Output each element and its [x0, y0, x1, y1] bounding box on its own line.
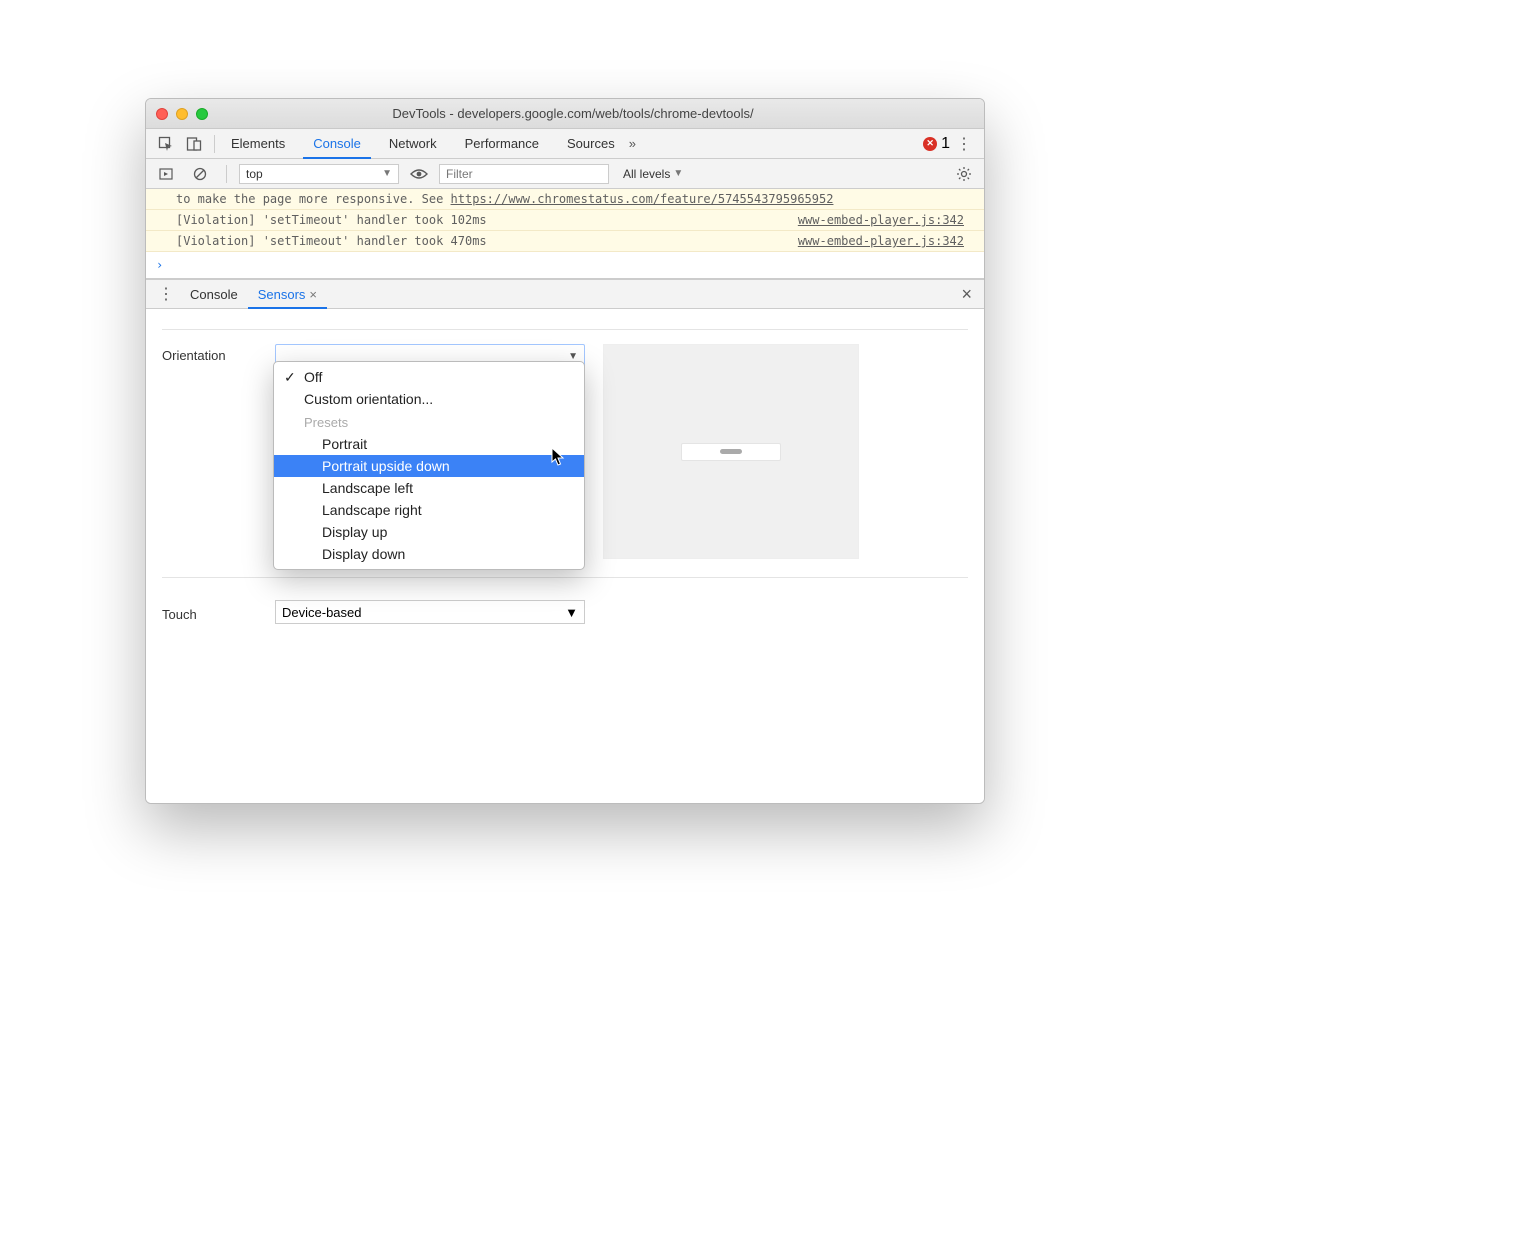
main-tabs: Elements Console Network Performance Sou… [221, 129, 625, 159]
inspect-element-icon[interactable] [152, 130, 180, 158]
console-link[interactable]: https://www.chromestatus.com/feature/574… [451, 192, 834, 206]
dropdown-option-portrait[interactable]: Portrait [274, 433, 584, 455]
close-window-button[interactable] [156, 108, 168, 120]
error-count: 1 [941, 135, 950, 153]
main-tab-bar: Elements Console Network Performance Sou… [146, 129, 984, 159]
drawer-tab-bar: ⋮ Console Sensors × × [146, 279, 984, 309]
tab-elements[interactable]: Elements [221, 129, 295, 159]
dropdown-option-landscape-left[interactable]: Landscape left [274, 477, 584, 499]
filter-input[interactable]: Filter [439, 164, 609, 184]
error-icon: ✕ [923, 137, 937, 151]
console-message: [Violation] 'setTimeout' handler took 10… [146, 210, 984, 231]
cursor-icon [551, 447, 565, 467]
console-message: to make the page more responsive. See ht… [146, 189, 984, 210]
console-prompt[interactable]: › [146, 252, 984, 278]
tab-console[interactable]: Console [303, 129, 371, 159]
separator [162, 329, 968, 330]
separator [214, 135, 215, 153]
console-settings-icon[interactable] [950, 160, 978, 188]
console-output: to make the page more responsive. See ht… [146, 189, 984, 279]
orientation-dropdown: Off Custom orientation... Presets Portra… [273, 361, 585, 570]
dropdown-option-off[interactable]: Off [274, 366, 584, 388]
settings-menu-button[interactable]: ⋮ [950, 134, 978, 154]
titlebar: DevTools - developers.google.com/web/too… [146, 99, 984, 129]
log-level-selector[interactable]: All levels ▼ [623, 167, 683, 181]
orientation-preview [603, 344, 859, 559]
separator [226, 165, 227, 183]
tab-sources[interactable]: Sources [557, 129, 625, 159]
orientation-label: Orientation [162, 344, 257, 363]
console-message: [Violation] 'setTimeout' handler took 47… [146, 231, 984, 252]
more-tabs-button[interactable]: » [625, 136, 640, 151]
sensors-panel: Orientation ▼ Touch Device-based ▼ Off C… [146, 309, 984, 803]
chevron-down-icon: ▼ [673, 168, 683, 179]
source-link[interactable]: www-embed-player.js:342 [798, 213, 964, 227]
filter-placeholder: Filter [446, 167, 473, 181]
dropdown-option-custom[interactable]: Custom orientation... [274, 388, 584, 410]
console-toolbar: top ▼ Filter All levels ▼ [146, 159, 984, 189]
drawer-tab-sensors[interactable]: Sensors × [248, 279, 327, 309]
close-tab-icon[interactable]: × [309, 287, 317, 302]
touch-label: Touch [162, 603, 257, 622]
tab-performance[interactable]: Performance [455, 129, 549, 159]
dropdown-presets-header: Presets [274, 412, 584, 433]
dropdown-option-landscape-right[interactable]: Landscape right [274, 499, 584, 521]
window-title: DevTools - developers.google.com/web/too… [172, 106, 974, 121]
drawer-menu-button[interactable]: ⋮ [152, 284, 180, 304]
source-link[interactable]: www-embed-player.js:342 [798, 234, 964, 248]
drawer-tab-console[interactable]: Console [180, 279, 248, 309]
execution-context-selector[interactable]: top ▼ [239, 164, 399, 184]
dropdown-option-portrait-upside-down[interactable]: Portrait upside down [274, 455, 584, 477]
chevron-down-icon: ▼ [565, 605, 578, 620]
dropdown-option-display-down[interactable]: Display down [274, 543, 584, 565]
live-expression-icon[interactable] [405, 160, 433, 188]
device-handle[interactable] [681, 443, 781, 461]
clear-console-icon[interactable] [186, 160, 214, 188]
device-toolbar-icon[interactable] [180, 130, 208, 158]
chevron-down-icon: ▼ [382, 168, 392, 179]
context-value: top [246, 167, 263, 181]
error-count-badge[interactable]: ✕ 1 [923, 135, 950, 153]
separator [162, 577, 968, 578]
dropdown-option-display-up[interactable]: Display up [274, 521, 584, 543]
tab-network[interactable]: Network [379, 129, 447, 159]
chevron-down-icon: ▼ [568, 351, 578, 362]
devtools-window: DevTools - developers.google.com/web/too… [145, 98, 985, 804]
close-drawer-icon[interactable]: × [955, 284, 978, 305]
console-sidebar-toggle-icon[interactable] [152, 160, 180, 188]
touch-select[interactable]: Device-based ▼ [275, 600, 585, 624]
